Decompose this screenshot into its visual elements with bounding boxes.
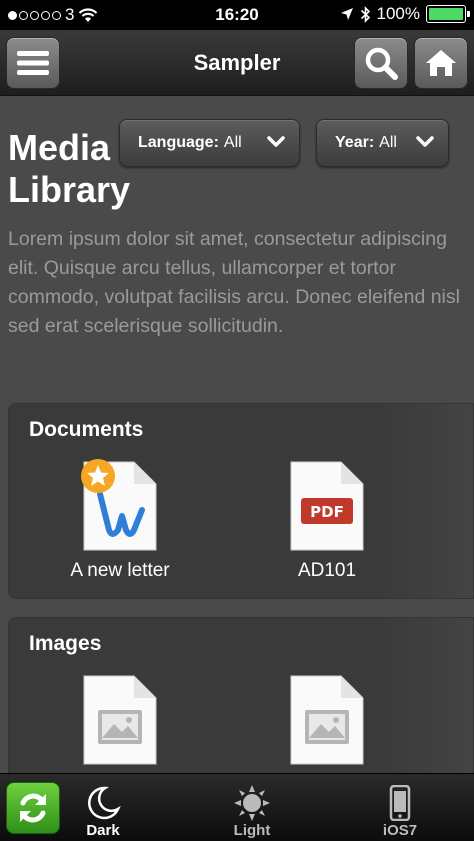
chevron-down-icon	[416, 136, 434, 147]
bluetooth-icon	[360, 5, 370, 23]
search-icon	[365, 47, 398, 80]
document-label: A new letter	[70, 560, 170, 581]
page-title: Media Library	[8, 127, 131, 210]
battery-percent: 100%	[376, 4, 420, 23]
document-item[interactable]: PDF AD101	[252, 460, 402, 582]
sun-icon	[234, 785, 270, 821]
tab-dark[interactable]: Dark	[63, 784, 143, 839]
refresh-button[interactable]	[6, 782, 60, 834]
language-filter-value: All	[223, 134, 242, 151]
location-arrow-icon	[340, 8, 353, 20]
main-content: Media Library Language: All Year: All Lo…	[0, 97, 474, 773]
pdf-badge: PDF	[310, 503, 344, 521]
tab-bar: Dark Light iOS7	[0, 773, 474, 841]
home-button[interactable]	[414, 37, 468, 89]
tab-light[interactable]: Light	[212, 784, 292, 839]
image-file-icon	[290, 675, 364, 765]
year-filter-value: All	[379, 134, 397, 151]
star-badge-icon	[81, 459, 115, 493]
document-item[interactable]: A new letter	[45, 459, 195, 582]
language-filter-select[interactable]: Language: All	[119, 119, 300, 167]
document-label: AD101	[297, 560, 357, 581]
image-item[interactable]	[252, 674, 402, 766]
year-filter-select[interactable]: Year: All	[316, 119, 449, 167]
images-section: Images	[8, 617, 474, 773]
navigation-header: Sampler	[0, 30, 474, 96]
tab-ios7[interactable]: iOS7	[360, 784, 440, 839]
section-title: Documents	[29, 418, 144, 441]
tab-label: iOS7	[382, 822, 418, 839]
language-filter-label: Language:	[138, 134, 219, 151]
search-button[interactable]	[354, 37, 408, 89]
section-title: Images	[29, 632, 102, 655]
documents-section: Documents A new letter PDF AD101	[8, 403, 474, 599]
tab-label: Dark	[86, 822, 120, 839]
chevron-down-icon	[267, 136, 285, 147]
status-bar: 3 16:20 100%	[0, 0, 474, 30]
moon-icon	[88, 786, 121, 820]
tab-label: Light	[233, 822, 271, 839]
battery-icon	[426, 5, 470, 23]
phone-icon	[389, 785, 411, 821]
home-icon	[426, 50, 456, 76]
year-filter-label: Year:	[335, 134, 375, 151]
image-file-icon	[83, 675, 157, 765]
image-item[interactable]	[45, 674, 195, 766]
refresh-icon	[20, 793, 46, 823]
page-description: Lorem ipsum dolor sit amet, consectetur …	[8, 228, 460, 337]
